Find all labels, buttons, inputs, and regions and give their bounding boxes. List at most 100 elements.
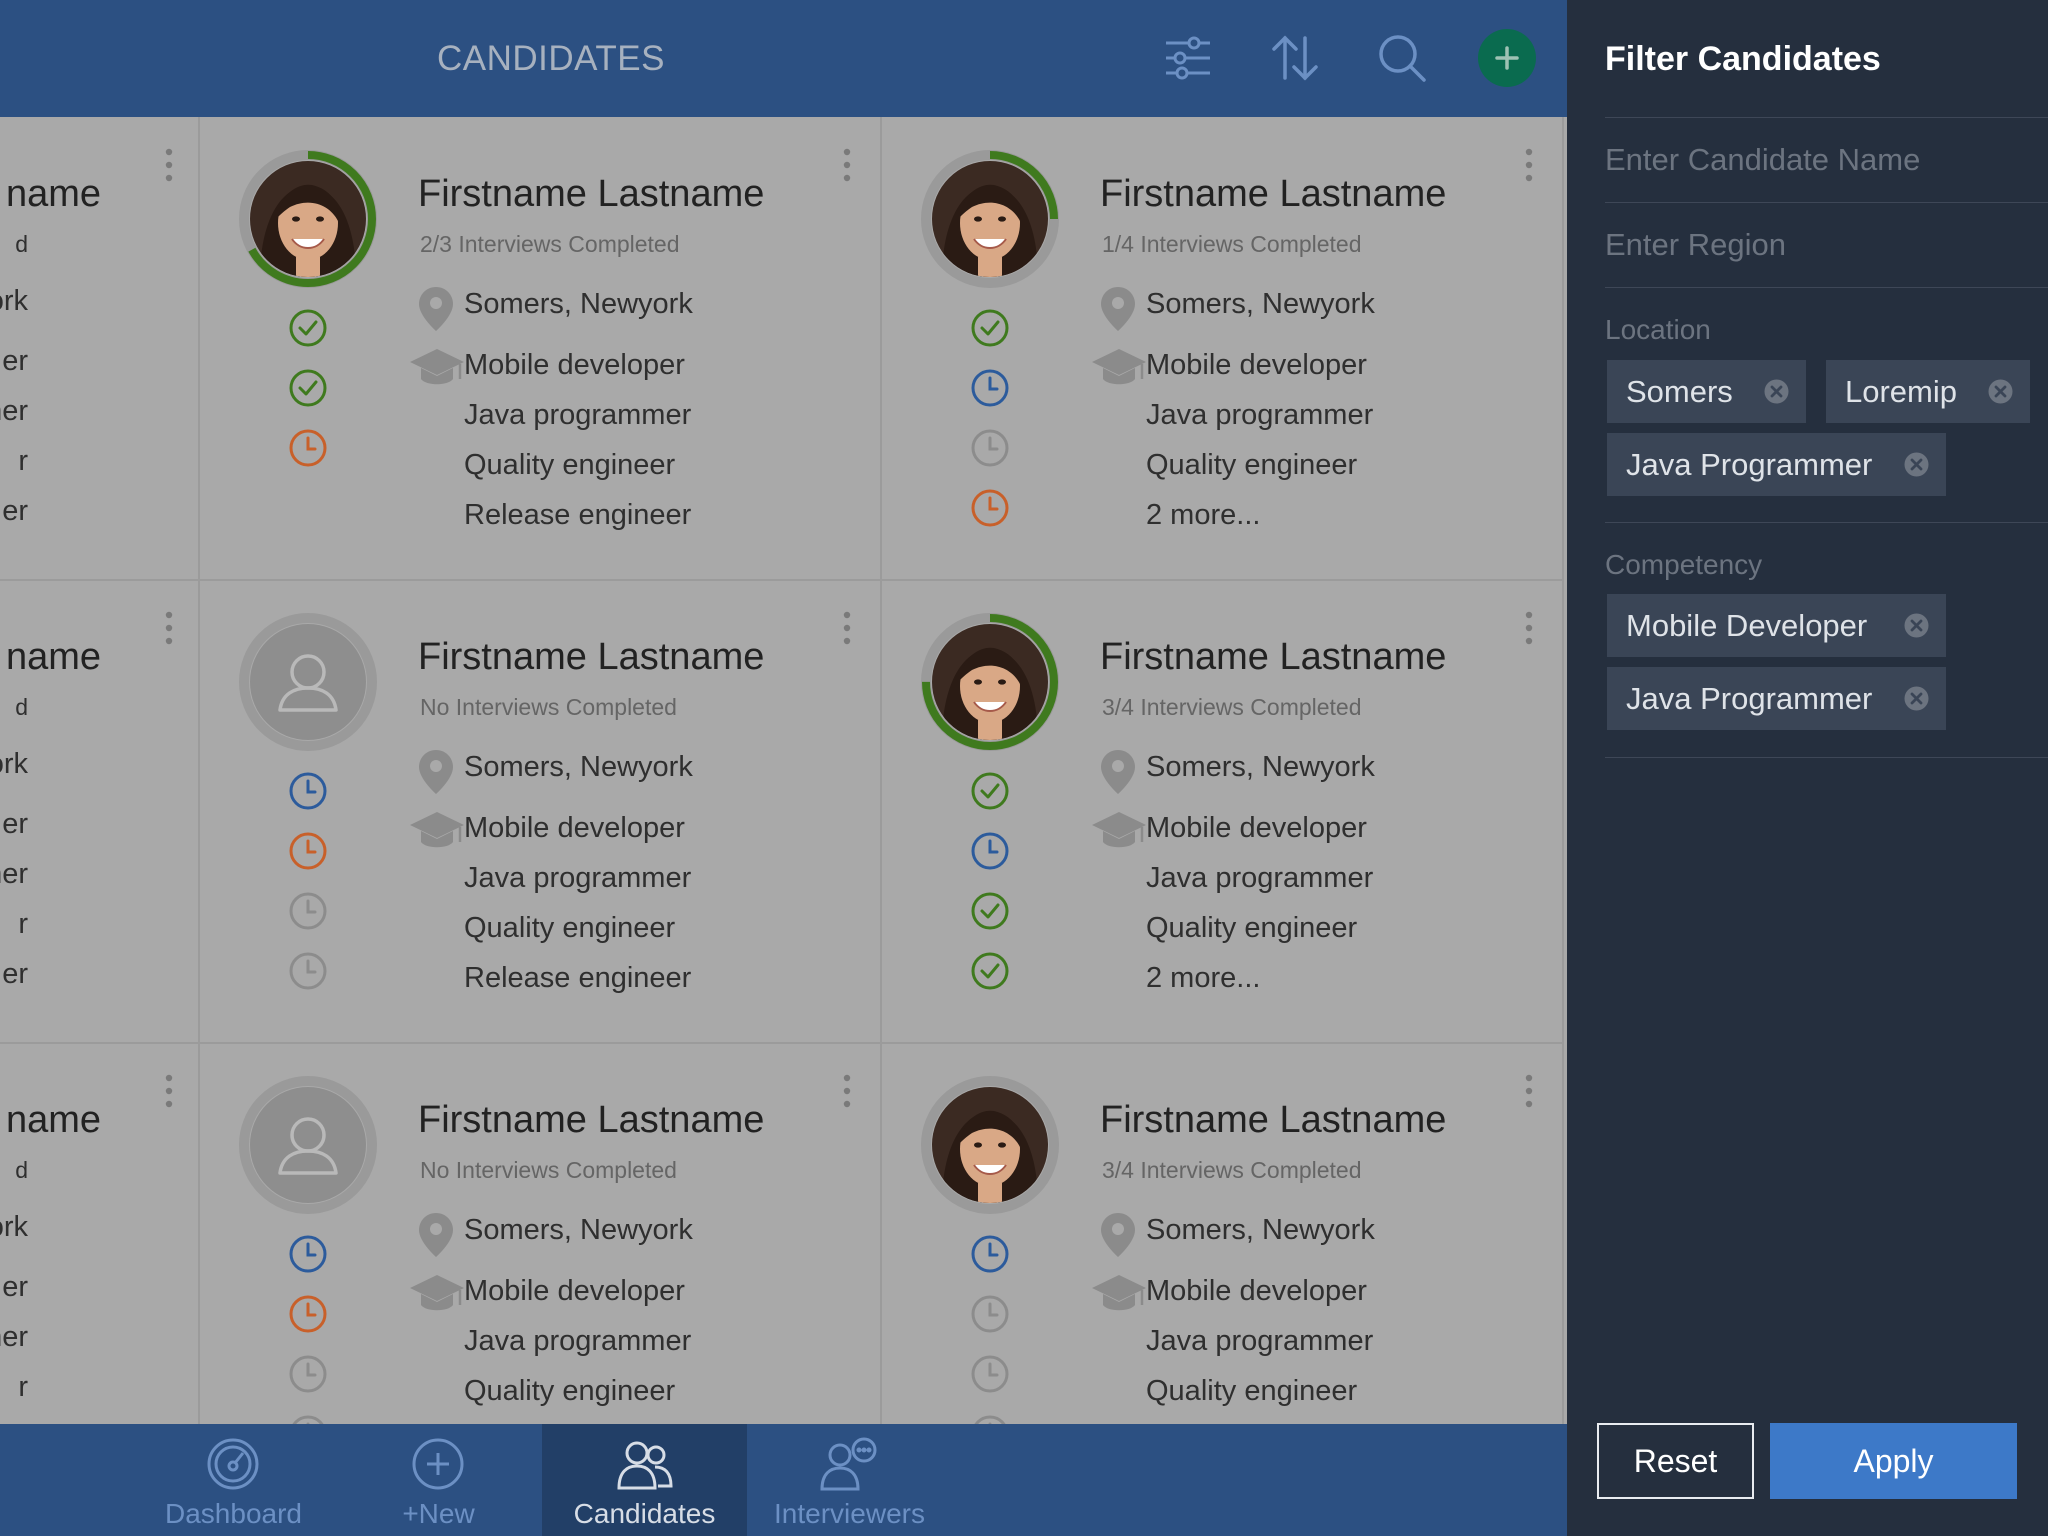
person-placeholder-icon <box>250 624 366 740</box>
filter-chip[interactable]: Java Programmer <box>1607 433 1946 496</box>
clock-icon <box>969 487 1011 529</box>
remove-chip-icon[interactable] <box>1903 451 1930 478</box>
divider <box>1605 202 2048 203</box>
text-fragment: ork <box>0 285 28 317</box>
text-fragment: ork <box>0 1211 28 1243</box>
users-icon <box>614 1436 674 1492</box>
skill-item: Mobile developer <box>1146 349 1367 381</box>
clock-icon <box>287 1353 329 1395</box>
add-candidate-button[interactable] <box>1478 29 1536 87</box>
remove-chip-icon[interactable] <box>1987 378 2014 405</box>
candidate-card[interactable]: Firstname Lastname 2/3 Interviews Complet… <box>200 117 882 581</box>
avatar <box>238 1075 378 1215</box>
clock-icon <box>287 1233 329 1275</box>
tab-label: Interviewers <box>774 1498 925 1529</box>
location-pin-icon <box>416 1211 456 1259</box>
skill-item: Java programmer <box>1146 862 1374 894</box>
clock-icon <box>287 427 329 469</box>
kebab-icon[interactable] <box>164 1073 174 1109</box>
divider <box>1605 757 2048 758</box>
candidate-name-input[interactable]: Enter Candidate Name <box>1605 142 1920 178</box>
remove-chip-icon[interactable] <box>1903 612 1930 639</box>
text-fragment: ner <box>0 858 28 890</box>
graduation-cap-icon <box>1090 345 1148 391</box>
remove-chip-icon[interactable] <box>1903 685 1930 712</box>
check-circle-icon <box>969 307 1011 349</box>
more-skills-link[interactable]: 2 more... <box>1146 499 1260 532</box>
candidate-card-partial[interactable]: name d ork er ner r er <box>0 117 200 581</box>
top-bar: CANDIDATES <box>0 0 1567 117</box>
candidate-name: Firstname Lastname <box>418 1099 765 1141</box>
skill-item: Mobile developer <box>1146 812 1367 844</box>
location-label: Location <box>1605 314 1711 345</box>
kebab-icon[interactable] <box>164 610 174 646</box>
avatar <box>920 612 1060 752</box>
region-input[interactable]: Enter Region <box>1605 227 1786 263</box>
chip-label: Somers <box>1626 374 1733 409</box>
text-fragment: d <box>15 694 28 720</box>
check-circle-icon <box>287 307 329 349</box>
avatar <box>238 149 378 289</box>
interview-progress-text: 3/4 Interviews Completed <box>1102 694 1362 720</box>
location-pin-icon <box>416 285 456 333</box>
filter-chip[interactable]: Somers <box>1607 360 1806 423</box>
kebab-icon[interactable] <box>1524 610 1534 646</box>
text-fragment: er <box>2 345 28 377</box>
skill-item: Release engineer <box>464 962 692 994</box>
tab-dashboard[interactable]: Dashboard <box>131 1424 336 1536</box>
graduation-cap-icon <box>408 1271 466 1317</box>
skill-item: Release engineer <box>464 499 692 531</box>
candidate-card[interactable]: Firstname Lastname 3/4 Interviews Complet… <box>882 580 1564 1044</box>
kebab-icon[interactable] <box>842 1073 852 1109</box>
graduation-cap-icon <box>1090 808 1148 854</box>
kebab-icon[interactable] <box>164 147 174 183</box>
reset-button[interactable]: Reset <box>1597 1423 1754 1499</box>
graduation-cap-icon <box>408 345 466 391</box>
candidate-card-partial[interactable]: name d ork er ner r er <box>0 580 200 1044</box>
chip-label: Loremip <box>1845 374 1957 409</box>
clock-icon <box>287 770 329 812</box>
chip-label: Java Programmer <box>1626 447 1873 482</box>
remove-chip-icon[interactable] <box>1763 378 1790 405</box>
skill-item: Mobile developer <box>1146 1275 1367 1307</box>
bottom-tab-bar: Dashboard +New Candidates Interviewers <box>0 1424 1567 1536</box>
candidate-name: Firstname Lastname <box>418 636 765 678</box>
check-circle-icon <box>969 950 1011 992</box>
gauge-icon <box>203 1436 263 1492</box>
candidate-location: Somers, Newyork <box>464 751 693 783</box>
skill-item: Java programmer <box>464 1325 692 1357</box>
candidate-name: Firstname Lastname <box>1100 173 1447 215</box>
candidate-card[interactable]: Firstname Lastname 1/4 Interviews Complet… <box>882 117 1564 581</box>
page-title: CANDIDATES <box>437 39 665 78</box>
filter-chip[interactable]: Loremip <box>1826 360 2030 423</box>
sort-arrows-icon[interactable] <box>1265 28 1325 88</box>
avatar <box>920 1075 1060 1215</box>
kebab-icon[interactable] <box>842 610 852 646</box>
filter-chip[interactable]: Java Programmer <box>1607 667 1946 730</box>
tab-interviewers[interactable]: Interviewers <box>747 1424 952 1536</box>
interview-progress-text: No Interviews Completed <box>420 694 677 720</box>
search-icon[interactable] <box>1372 28 1432 88</box>
candidate-name: name <box>5 173 101 215</box>
candidate-grid: name d ork er ner r er name d ork er ner r er name d ork… <box>0 117 1567 1507</box>
clock-icon <box>287 1293 329 1335</box>
skill-item: Java programmer <box>1146 399 1374 431</box>
interview-progress-text: 1/4 Interviews Completed <box>1102 231 1362 257</box>
filter-chip[interactable]: Mobile Developer <box>1607 594 1946 657</box>
tab-new[interactable]: +New <box>336 1424 541 1536</box>
apply-button[interactable]: Apply <box>1770 1423 2017 1499</box>
skill-item: Mobile developer <box>464 812 685 844</box>
tab-candidates[interactable]: Candidates <box>542 1424 747 1536</box>
sliders-icon[interactable] <box>1158 28 1218 88</box>
more-skills-link[interactable]: 2 more... <box>1146 962 1260 995</box>
plus-icon <box>1495 46 1519 70</box>
kebab-icon[interactable] <box>842 147 852 183</box>
candidate-card[interactable]: Firstname Lastname No Interviews Complete… <box>200 580 882 1044</box>
text-fragment: r <box>18 445 28 477</box>
skill-item: Java programmer <box>464 862 692 894</box>
kebab-icon[interactable] <box>1524 1073 1534 1109</box>
filter-panel: Filter Candidates Enter Candidate Name E… <box>1567 0 2048 1536</box>
location-pin-icon <box>416 748 456 796</box>
text-fragment: er <box>2 1271 28 1303</box>
kebab-icon[interactable] <box>1524 147 1534 183</box>
